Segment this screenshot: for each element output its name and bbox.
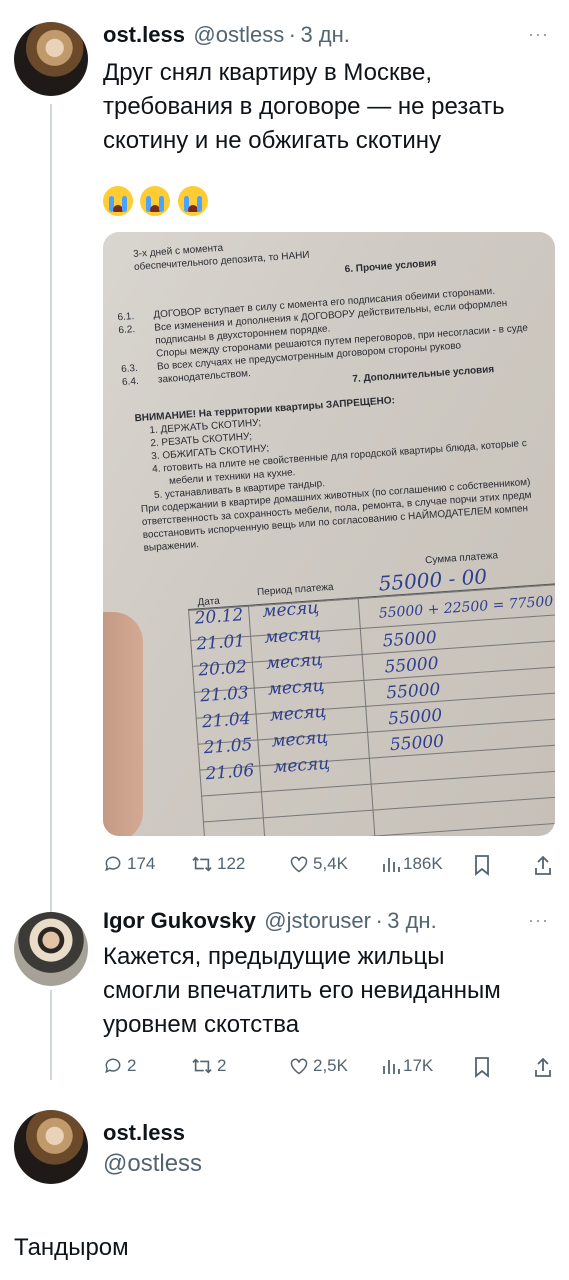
- avatar[interactable]: [14, 22, 88, 96]
- payment-period: месяц: [263, 623, 322, 648]
- tweet-header: Igor Gukovsky @jstoruser · 3 дн.: [103, 908, 437, 934]
- reply-icon[interactable]: [103, 854, 123, 874]
- avatar[interactable]: [14, 1110, 88, 1184]
- doc-section-title: 6. Прочие условия: [344, 257, 437, 276]
- separator: ·: [288, 22, 296, 47]
- retweet-icon[interactable]: [191, 1056, 213, 1076]
- payment-sum: 55000: [385, 679, 442, 704]
- share-icon[interactable]: [533, 854, 553, 876]
- author-name[interactable]: ost.less: [103, 1120, 185, 1146]
- author-name[interactable]: Igor Gukovsky: [103, 908, 256, 933]
- retweet-count: 122: [217, 854, 246, 873]
- tweet-text-line: Друг снял квартиру в Москве,: [103, 59, 432, 86]
- like-count: 5,4K: [313, 854, 348, 873]
- thread-line: [50, 104, 52, 914]
- doc-line: 6.3.: [120, 362, 139, 376]
- author-handle[interactable]: @jstoruser: [264, 908, 371, 933]
- col-sum-header: Сумма платежа: [424, 550, 499, 567]
- payment-sum: 55000: [389, 731, 445, 756]
- payment-period: месяц: [261, 597, 320, 622]
- like-count: 2,5K: [313, 1056, 348, 1075]
- tweet-text: Друг снял квартиру в Москве, требования …: [103, 56, 553, 158]
- tweet-text-line: требования в договоре — не резать: [103, 93, 505, 120]
- views-count: 186K: [403, 854, 443, 873]
- tweet-text-line: смогли впечатлить его невиданным: [103, 977, 501, 1004]
- crying-face-icon: [177, 186, 208, 216]
- share-icon[interactable]: [533, 1056, 553, 1078]
- col-period-header: Период платежа: [256, 581, 334, 599]
- views-count: 17K: [403, 1056, 434, 1075]
- payment-period: месяц: [270, 727, 329, 752]
- bookmark-icon[interactable]: [473, 854, 491, 876]
- tweet-text: Кажется, предыдущие жильцы смогли впечат…: [103, 940, 553, 1042]
- more-options-icon[interactable]: ···: [528, 910, 549, 931]
- like-icon[interactable]: [289, 1056, 309, 1076]
- contract-document: 3-х дней с момента обеспечительного депо…: [117, 232, 555, 836]
- crying-face-icon: [140, 186, 171, 216]
- payment-sum: 55000: [382, 627, 438, 652]
- author-name[interactable]: ost.less: [103, 22, 185, 47]
- like-icon[interactable]: [289, 854, 309, 874]
- payment-period: месяц: [272, 753, 331, 778]
- author-handle[interactable]: @ostless: [193, 22, 284, 47]
- bookmark-icon[interactable]: [473, 1056, 491, 1078]
- payment-period: месяц: [268, 701, 328, 726]
- timestamp[interactable]: 3 дн.: [387, 908, 436, 933]
- payment-date: 21.04: [201, 708, 252, 733]
- tweet-text-line: скотину и не обжигать скотину: [103, 127, 441, 154]
- tweet-actions: 174 122 5,4K 186K: [103, 850, 555, 880]
- payment-period: месяц: [267, 675, 326, 700]
- timestamp[interactable]: 3 дн.: [300, 22, 349, 47]
- doc-line: выражении.: [143, 539, 200, 554]
- more-options-icon[interactable]: ···: [528, 24, 549, 45]
- retweet-count: 2: [217, 1056, 227, 1075]
- tweet-actions: 2 2 2,5K 17K: [103, 1052, 555, 1082]
- emoji-row: [103, 186, 211, 216]
- thumb: [103, 612, 143, 836]
- doc-line: ВНИМАНИЕ! На территории квартиры ЗАПРЕЩЕ…: [134, 395, 396, 425]
- payment-date: 21.05: [203, 734, 254, 759]
- tweet-text-line: уровнем скотства: [103, 1011, 300, 1038]
- payment-sum: 55000 - 00: [377, 564, 488, 596]
- payment-period: месяц: [265, 649, 324, 674]
- payment-date: 21.03: [199, 683, 250, 707]
- payment-date: 20.12: [194, 605, 244, 629]
- thread-line: [50, 990, 52, 1080]
- tweet-text-line: Кажется, предыдущие жильцы: [103, 943, 445, 970]
- author-handle[interactable]: @ostless: [103, 1150, 202, 1178]
- payment-sum: 55000: [383, 653, 440, 678]
- doc-line: 6.2.: [118, 324, 136, 337]
- retweet-icon[interactable]: [191, 854, 213, 874]
- views-icon[interactable]: [381, 1056, 401, 1076]
- reply-icon[interactable]: [103, 1056, 123, 1076]
- reply-text: Тандыром: [14, 1234, 129, 1261]
- crying-face-icon: [103, 186, 133, 216]
- tweet-header: ost.less @ostless · 3 дн.: [103, 22, 350, 52]
- doc-line: 6.1.: [117, 311, 135, 324]
- payment-date: 21.06: [204, 760, 255, 785]
- views-icon[interactable]: [381, 854, 401, 874]
- doc-line: 6.4.: [121, 375, 140, 389]
- reply-count: 174: [127, 854, 156, 873]
- separator: ·: [375, 908, 383, 933]
- doc-section-title: 7. Дополнительные условия: [352, 364, 495, 385]
- payment-date: 20.02: [197, 657, 248, 681]
- tweet-photo[interactable]: 3-х дней с момента обеспечительного депо…: [103, 232, 555, 836]
- reply-count: 2: [127, 1056, 137, 1075]
- avatar[interactable]: [14, 912, 88, 986]
- payment-date: 21.01: [195, 631, 246, 655]
- payment-sum: 55000: [387, 705, 443, 730]
